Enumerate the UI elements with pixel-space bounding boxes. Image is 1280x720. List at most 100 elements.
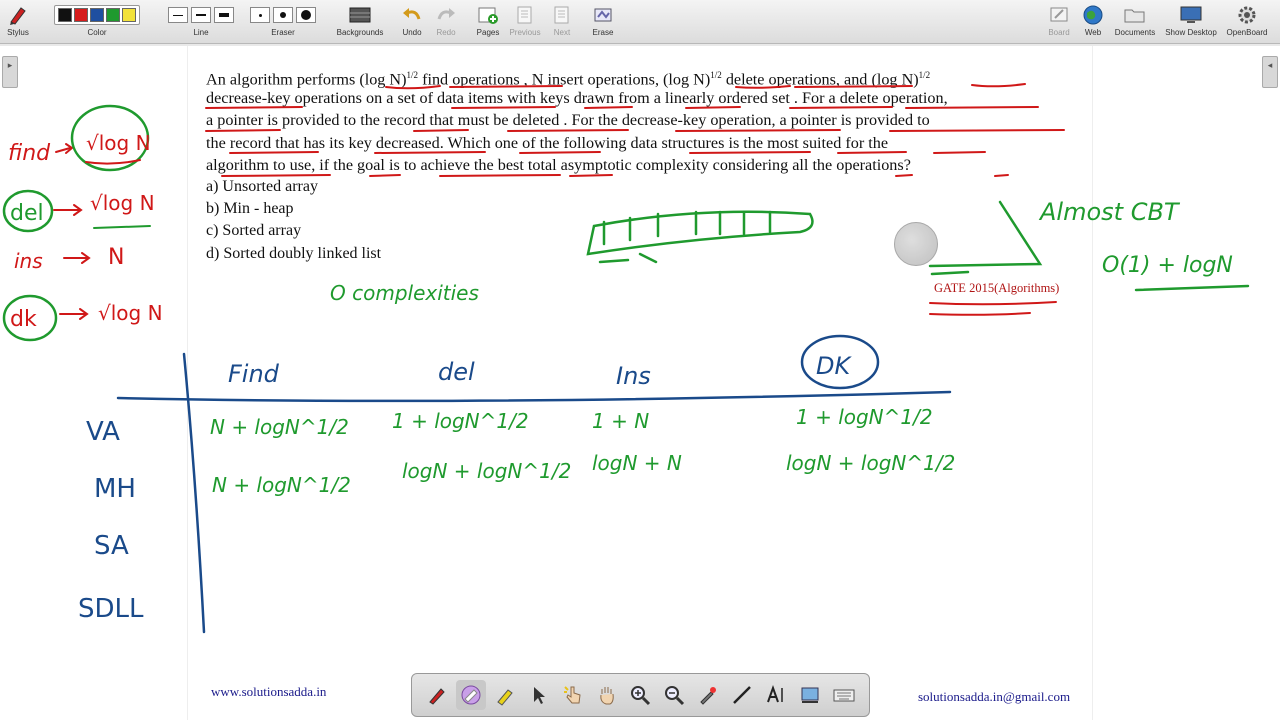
line-medium-button[interactable] — [191, 7, 211, 23]
right-margin — [1092, 46, 1280, 720]
color-tool: Color — [40, 2, 154, 42]
undo-label: Undo — [402, 28, 422, 37]
show-desktop-button[interactable]: Show Desktop — [1162, 2, 1220, 42]
line-thick-button[interactable] — [214, 7, 234, 23]
zoom-in-icon — [631, 686, 651, 706]
question-line-4: the record that has its key decreased. W… — [206, 134, 889, 152]
zoom-in-button[interactable] — [625, 680, 655, 710]
pen-icon — [429, 688, 445, 705]
math-logN-2: (log N) — [663, 70, 711, 89]
stylus-icon — [10, 7, 26, 25]
eraser-large-button[interactable] — [296, 7, 316, 23]
eraser-tool: Eraser — [248, 2, 318, 42]
color-swatch-blue[interactable] — [90, 8, 104, 22]
question-line-2: decrease-key operations on a set of data… — [206, 89, 948, 107]
pages-label: Pages — [476, 28, 500, 37]
hand-pointer-icon — [563, 686, 581, 704]
hand-tool-button[interactable] — [592, 680, 622, 710]
line-tool: Line — [166, 2, 236, 42]
question-line-5: algorithm to use, if the goal is to achi… — [206, 156, 911, 174]
email-link[interactable]: solutionsadda.in@gmail.com — [918, 689, 1070, 705]
color-swatch-red[interactable] — [74, 8, 88, 22]
previous-label: Previous — [509, 28, 541, 37]
redo-button[interactable]: Redo — [432, 2, 460, 42]
eraser-small-button[interactable] — [250, 7, 270, 23]
board-label: Board — [1048, 28, 1070, 37]
pen-tool-button[interactable] — [422, 680, 452, 710]
line-label: Line — [193, 28, 209, 37]
web-button[interactable]: Web — [1078, 2, 1108, 42]
monitor-icon — [1180, 6, 1202, 23]
undo-icon — [403, 8, 421, 20]
laser-pointer-button[interactable] — [693, 680, 723, 710]
eraser-label: Eraser — [271, 28, 295, 37]
documents-label: Documents — [1114, 28, 1156, 37]
backgrounds-label: Backgrounds — [336, 28, 384, 37]
marker-tool-button[interactable] — [490, 680, 520, 710]
option-c: c) Sorted array — [206, 222, 302, 239]
web-label: Web — [1084, 28, 1102, 37]
line-icon — [733, 686, 752, 704]
highlighter-icon — [497, 689, 513, 706]
erase-label: Erase — [592, 28, 614, 37]
question-line-3: a pointer is provided to the record that… — [206, 111, 930, 129]
source-label: GATE 2015(Algorithms) — [934, 281, 1060, 295]
zoom-out-button[interactable] — [659, 680, 689, 710]
next-label: Next — [553, 28, 571, 37]
previous-page-icon — [517, 6, 532, 24]
capture-tool-button[interactable] — [795, 680, 825, 710]
erase-button[interactable]: Erase — [588, 2, 618, 42]
math-logN-1: (log N) — [359, 70, 407, 89]
math-half-1: 1/2 — [406, 70, 419, 80]
stylus-tool[interactable]: Stylus — [4, 2, 32, 42]
drawing-toolbar — [411, 673, 870, 717]
text-tool-button[interactable] — [761, 680, 791, 710]
redo-icon — [437, 8, 455, 20]
eraser-tool-button[interactable] — [455, 680, 486, 710]
question-text-1b: find operations , N insert operations, — [422, 70, 659, 89]
backgrounds-icon — [349, 7, 371, 23]
keyboard-button[interactable] — [829, 680, 859, 710]
color-swatch-yellow[interactable] — [122, 8, 136, 22]
eraser-medium-button[interactable] — [273, 7, 293, 23]
question-text-1a: An algorithm performs — [206, 70, 356, 89]
color-swatches — [54, 5, 140, 25]
redo-label: Redo — [436, 28, 456, 37]
color-swatch-black[interactable] — [58, 8, 72, 22]
main-toolbar: Stylus Color Line Eraser Backgrounds Und… — [0, 0, 1280, 44]
left-panel-toggle[interactable]: ▸ — [2, 56, 18, 88]
website-link[interactable]: www.solutionsadda.in — [211, 684, 326, 700]
backgrounds-button[interactable]: Backgrounds — [334, 2, 386, 42]
zoom-out-icon — [665, 686, 685, 706]
line-thin-button[interactable] — [168, 7, 188, 23]
text-icon — [767, 685, 783, 703]
color-label: Color — [87, 28, 107, 37]
eraser-icon — [461, 685, 481, 705]
stylus-label: Stylus — [7, 28, 29, 37]
keyboard-icon — [833, 689, 855, 702]
previous-button[interactable]: Previous — [508, 2, 542, 42]
right-panel-toggle[interactable]: ◂ — [1262, 56, 1278, 88]
line-tool-button[interactable] — [727, 680, 757, 710]
openboard-label: OpenBoard — [1226, 28, 1268, 37]
erase-icon — [594, 8, 612, 22]
board-button[interactable]: Board — [1044, 2, 1074, 42]
board-icon — [1050, 7, 1068, 22]
globe-icon — [1083, 5, 1103, 25]
laser-pointer-icon — [700, 687, 717, 705]
next-button[interactable]: Next — [548, 2, 576, 42]
math-half-2: 1/2 — [710, 70, 722, 80]
option-d: d) Sorted doubly linked list — [206, 245, 382, 262]
select-tool-button[interactable] — [524, 680, 554, 710]
openboard-menu-button[interactable]: OpenBoard — [1222, 2, 1272, 42]
laser-pointer — [894, 222, 938, 266]
folder-icon — [1124, 9, 1145, 23]
show-desktop-label: Show Desktop — [1165, 28, 1217, 37]
color-swatch-green[interactable] — [106, 8, 120, 22]
documents-button[interactable]: Documents — [1112, 2, 1158, 42]
math-half-3: 1/2 — [918, 70, 931, 80]
interact-tool-button[interactable] — [558, 680, 588, 710]
option-b: b) Min - heap — [206, 200, 294, 217]
undo-button[interactable]: Undo — [398, 2, 426, 42]
pages-button[interactable]: Pages — [472, 2, 504, 42]
